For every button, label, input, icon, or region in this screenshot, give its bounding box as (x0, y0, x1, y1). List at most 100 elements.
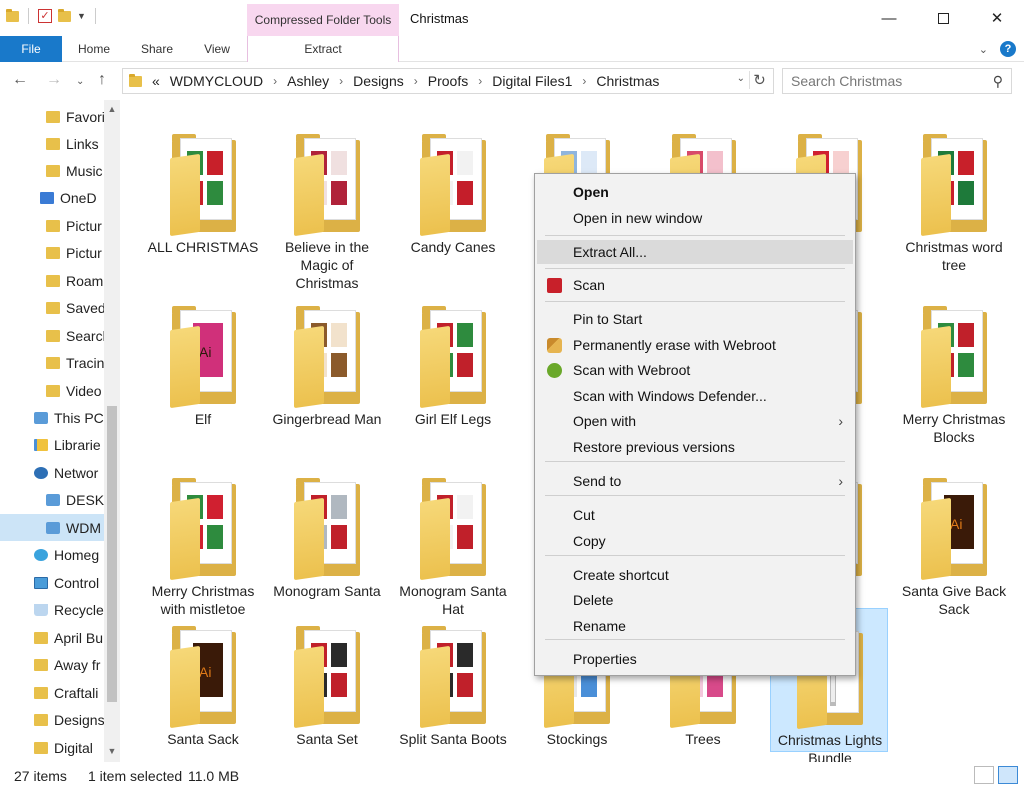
breadcrumb-designs[interactable]: Designs (353, 73, 404, 89)
nav-item[interactable]: Control (0, 569, 104, 596)
file-item-label: Santa Set (296, 731, 358, 747)
breadcrumb-separator[interactable]: › (582, 74, 586, 88)
menu-item-extract-all[interactable]: Extract All... (537, 240, 853, 264)
file-item[interactable]: Ai Santa Give Back Sack (895, 460, 1013, 617)
scrollbar-thumb[interactable] (107, 406, 117, 702)
menu-item-open-with[interactable]: Open with › (537, 409, 853, 433)
file-item[interactable]: Ai Santa Sack (144, 608, 262, 752)
address-dropdown-icon[interactable]: ⌄ (737, 73, 745, 84)
nav-item[interactable]: WDM (0, 514, 104, 541)
file-item[interactable]: Gingerbread Man (268, 288, 386, 440)
menu-item-send-to[interactable]: Send to › (537, 469, 853, 493)
customize-toolbar-dropdown-icon[interactable]: ▼ (77, 11, 86, 21)
file-item[interactable]: Believe in the Magic of Christmas (268, 116, 386, 291)
new-folder-icon[interactable] (58, 8, 71, 22)
recent-locations-chevron-icon[interactable]: ⌄ (76, 76, 84, 87)
large-icons-view-icon[interactable] (998, 766, 1018, 784)
properties-check-icon[interactable]: ✓ (38, 9, 52, 23)
nav-item[interactable]: This PC (0, 404, 104, 431)
menu-item-rename[interactable]: Rename (537, 614, 853, 638)
nav-item[interactable]: Video (0, 377, 104, 404)
nav-item[interactable]: Networ (0, 459, 104, 486)
menu-item-restore-previous-versions[interactable]: Restore previous versions (537, 435, 853, 459)
tab-file[interactable]: File (0, 36, 62, 62)
breadcrumb-proofs[interactable]: Proofs (428, 73, 468, 89)
nav-item[interactable]: Librarie (0, 431, 104, 458)
menu-item-open[interactable]: Open (537, 180, 853, 204)
forward-arrow-icon[interactable]: → (46, 71, 62, 89)
nav-item[interactable]: Designs (0, 706, 104, 733)
scroll-up-icon[interactable]: ▲ (104, 104, 120, 114)
file-item[interactable]: Santa Set (268, 608, 386, 752)
nav-item[interactable]: Homeg (0, 541, 104, 568)
breadcrumb-separator[interactable]: › (273, 74, 277, 88)
breadcrumb-ashley[interactable]: Ashley (287, 73, 329, 89)
back-arrow-icon[interactable]: ← (12, 71, 28, 89)
close-button[interactable]: ✕ (970, 0, 1024, 36)
breadcrumb-separator[interactable]: › (339, 74, 343, 88)
nav-item[interactable]: DESKT (0, 486, 104, 513)
folder-icon (46, 246, 60, 259)
breadcrumb-digital-files1[interactable]: Digital Files1 (492, 73, 572, 89)
nav-item[interactable]: Digital (0, 734, 104, 761)
breadcrumb-separator[interactable]: › (478, 74, 482, 88)
nav-item[interactable]: Craftali (0, 679, 104, 706)
menu-item-scan[interactable]: Scan (537, 273, 853, 297)
file-item[interactable]: Monogram Santa Hat (394, 460, 512, 617)
breadcrumb-wdmycloud[interactable]: WDMYCLOUD (170, 73, 263, 89)
help-icon[interactable]: ? (1000, 41, 1016, 57)
breadcrumb-separator[interactable]: › (414, 74, 418, 88)
file-item[interactable]: Ai Elf (144, 288, 262, 440)
ribbon-tabs: File Home Share View Extract ⌄ ? (0, 36, 1024, 62)
address-prefix[interactable]: « (152, 73, 160, 89)
nav-item-label: Tracin (66, 354, 104, 371)
tab-share[interactable]: Share (134, 36, 180, 62)
nav-item[interactable]: Away fr (0, 651, 104, 678)
breadcrumb-christmas[interactable]: Christmas (596, 73, 659, 89)
scroll-down-icon[interactable]: ▼ (104, 746, 120, 756)
nav-item[interactable]: OneD (0, 184, 104, 211)
menu-item-copy[interactable]: Copy (537, 529, 853, 553)
up-arrow-icon[interactable]: ↑ (98, 71, 106, 89)
nav-item[interactable]: April Bu (0, 624, 104, 651)
file-item[interactable]: Merry Christmas with mistletoe (144, 460, 262, 617)
nav-item[interactable]: Recycle (0, 596, 104, 623)
menu-item-properties[interactable]: Properties (537, 647, 853, 671)
nav-item[interactable]: Pictur (0, 239, 104, 266)
refresh-icon[interactable]: ↻ (749, 71, 769, 89)
file-item[interactable]: Candy Canes (394, 116, 512, 268)
file-item[interactable]: Monogram Santa (268, 460, 386, 612)
minimize-button[interactable]: — (862, 0, 916, 36)
search-icon[interactable]: ⚲ (993, 69, 1003, 93)
menu-item-delete[interactable]: Delete (537, 588, 853, 612)
address-bar[interactable]: « WDMYCLOUD › Ashley › Designs › Proofs … (122, 68, 774, 94)
menu-item-scan-with-webroot[interactable]: Scan with Webroot (537, 358, 853, 382)
menu-item-open-in-new-window[interactable]: Open in new window (537, 206, 853, 230)
menu-item-create-shortcut[interactable]: Create shortcut (537, 563, 853, 587)
search-input[interactable]: Search Christmas ⚲ (782, 68, 1012, 94)
nav-item[interactable]: Tracin (0, 349, 104, 376)
file-item[interactable]: Merry Christmas Blocks (895, 288, 1013, 445)
menu-item-permanently-erase-with-webroot[interactable]: Permanently erase with Webroot (537, 333, 853, 357)
tab-view[interactable]: View (197, 36, 237, 62)
nav-scrollbar[interactable]: ▲ ▼ (104, 100, 120, 762)
nav-item[interactable]: Roam (0, 267, 104, 294)
file-item[interactable]: Christmas word tree (895, 116, 1013, 273)
maximize-button[interactable] (916, 0, 970, 36)
tab-home[interactable]: Home (70, 36, 118, 62)
tab-extract[interactable]: Extract (247, 36, 399, 62)
file-item[interactable]: Split Santa Boots (394, 608, 512, 752)
nav-item[interactable]: Saved (0, 294, 104, 321)
file-item[interactable]: Girl Elf Legs (394, 288, 512, 440)
nav-item[interactable]: Searcl (0, 322, 104, 349)
nav-item[interactable]: Pictur (0, 212, 104, 239)
nav-item[interactable]: Music (0, 157, 104, 184)
nav-item[interactable]: Links (0, 130, 104, 157)
menu-item-cut[interactable]: Cut (537, 503, 853, 527)
file-item[interactable]: ALL CHRISTMAS (144, 116, 262, 268)
details-view-icon[interactable] (974, 766, 994, 784)
nav-item[interactable]: Favori (0, 103, 104, 130)
menu-item-pin-to-start[interactable]: Pin to Start (537, 307, 853, 331)
expand-ribbon-chevron-icon[interactable]: ⌄ (979, 43, 988, 56)
menu-item-scan-with-windows-defender[interactable]: Scan with Windows Defender... (537, 384, 853, 408)
